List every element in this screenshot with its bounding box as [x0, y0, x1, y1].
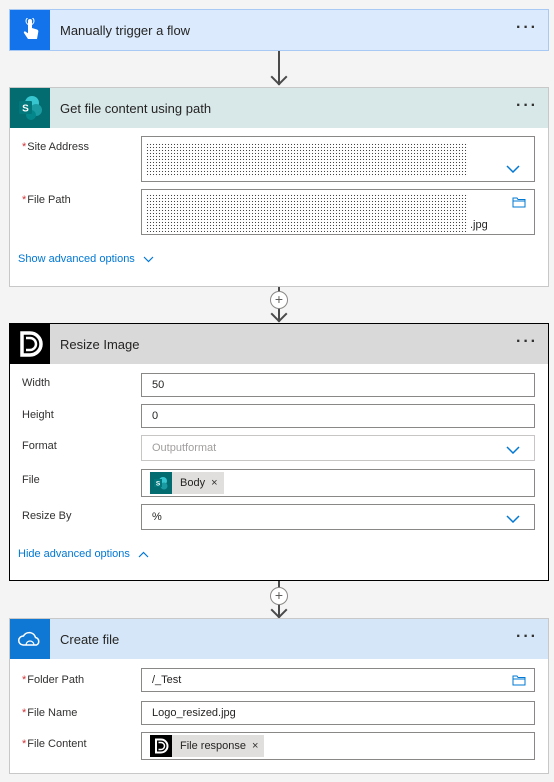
- get-file-card[interactable]: S Get file content using path ··· *Site …: [9, 87, 549, 287]
- create-file-card[interactable]: Create file ··· *Folder Path /_Test *Fil…: [9, 618, 549, 774]
- arrow-down-icon: [270, 305, 288, 323]
- trigger-title: Manually trigger a flow: [60, 22, 191, 38]
- file-path-redacted-value: [146, 194, 468, 232]
- site-address-dropdown[interactable]: [141, 136, 535, 182]
- trigger-header[interactable]: Manually trigger a flow ···: [10, 10, 548, 50]
- file-name-value: Logo_resized.jpg: [152, 707, 236, 719]
- create-file-more-menu[interactable]: ···: [516, 629, 538, 645]
- file-path-suffix: .jpg: [470, 219, 488, 231]
- width-input[interactable]: 50: [141, 373, 535, 397]
- format-label: Format: [22, 440, 57, 452]
- file-path-label: *File Path: [22, 194, 71, 206]
- trigger-card[interactable]: Manually trigger a flow ···: [9, 9, 549, 51]
- create-file-header[interactable]: Create file ···: [10, 619, 548, 659]
- file-content-input[interactable]: File response ×: [141, 732, 535, 760]
- file-response-token-label: File response: [180, 740, 247, 752]
- body-token-label: Body: [180, 477, 206, 489]
- resize-by-dropdown[interactable]: %: [141, 504, 535, 530]
- file-content-label: *File Content: [22, 738, 87, 750]
- chevron-down-icon[interactable]: [506, 446, 520, 454]
- show-advanced-options-link[interactable]: Show advanced options: [18, 253, 154, 265]
- sharepoint-icon: S: [150, 472, 172, 494]
- get-file-header[interactable]: S Get file content using path ···: [10, 88, 548, 128]
- file-name-input[interactable]: Logo_resized.jpg: [141, 701, 535, 725]
- site-address-redacted-value: [146, 143, 468, 177]
- height-input[interactable]: 0: [141, 404, 535, 428]
- encodian-logo-icon: [10, 324, 50, 364]
- width-value: 50: [152, 379, 165, 391]
- format-placeholder: Outputformat: [152, 442, 217, 454]
- remove-token-icon[interactable]: ×: [252, 740, 258, 752]
- folder-path-label: *Folder Path: [22, 674, 85, 686]
- remove-token-icon[interactable]: ×: [211, 477, 217, 489]
- encodian-logo-icon: [150, 735, 172, 757]
- resize-by-label: Resize By: [22, 510, 72, 522]
- touch-hand-icon: [10, 10, 50, 50]
- folder-icon[interactable]: [512, 196, 526, 208]
- onedrive-cloud-icon: [10, 619, 50, 659]
- file-input[interactable]: S Body ×: [141, 469, 535, 497]
- get-file-more-menu[interactable]: ···: [516, 98, 538, 114]
- arrow-down-icon: [270, 601, 288, 619]
- get-file-title: Get file content using path: [60, 100, 212, 116]
- create-file-title: Create file: [60, 631, 120, 647]
- trigger-more-menu[interactable]: ···: [516, 20, 538, 36]
- svg-text:S: S: [156, 481, 161, 488]
- sharepoint-icon: S: [10, 88, 50, 128]
- height-label: Height: [22, 409, 54, 421]
- height-value: 0: [152, 410, 159, 422]
- format-dropdown[interactable]: Outputformat: [141, 435, 535, 461]
- chevron-down-icon[interactable]: [506, 515, 520, 523]
- resize-by-value: %: [152, 511, 162, 523]
- site-address-label: *Site Address: [22, 141, 90, 153]
- file-response-token[interactable]: File response ×: [150, 735, 265, 757]
- hide-advanced-options-link[interactable]: Hide advanced options: [18, 548, 149, 560]
- folder-path-value: /_Test: [152, 674, 182, 686]
- arrow-down-icon: [270, 68, 288, 86]
- resize-image-more-menu[interactable]: ···: [516, 334, 538, 350]
- resize-image-header[interactable]: Resize Image ···: [10, 324, 548, 364]
- chevron-down-icon: [143, 256, 154, 262]
- file-name-label: *File Name: [22, 707, 78, 719]
- chevron-down-icon[interactable]: [506, 165, 520, 173]
- folder-path-input[interactable]: /_Test: [141, 668, 535, 692]
- resize-image-title: Resize Image: [60, 336, 140, 352]
- resize-image-card[interactable]: Resize Image ··· Width 50 Height 0 Forma…: [9, 323, 549, 581]
- folder-icon[interactable]: [512, 674, 526, 686]
- body-token[interactable]: S Body ×: [150, 472, 224, 494]
- svg-text:S: S: [22, 104, 29, 115]
- file-label: File: [22, 474, 40, 486]
- width-label: Width: [22, 377, 51, 389]
- file-path-input[interactable]: .jpg: [141, 189, 535, 235]
- chevron-up-icon: [138, 551, 149, 557]
